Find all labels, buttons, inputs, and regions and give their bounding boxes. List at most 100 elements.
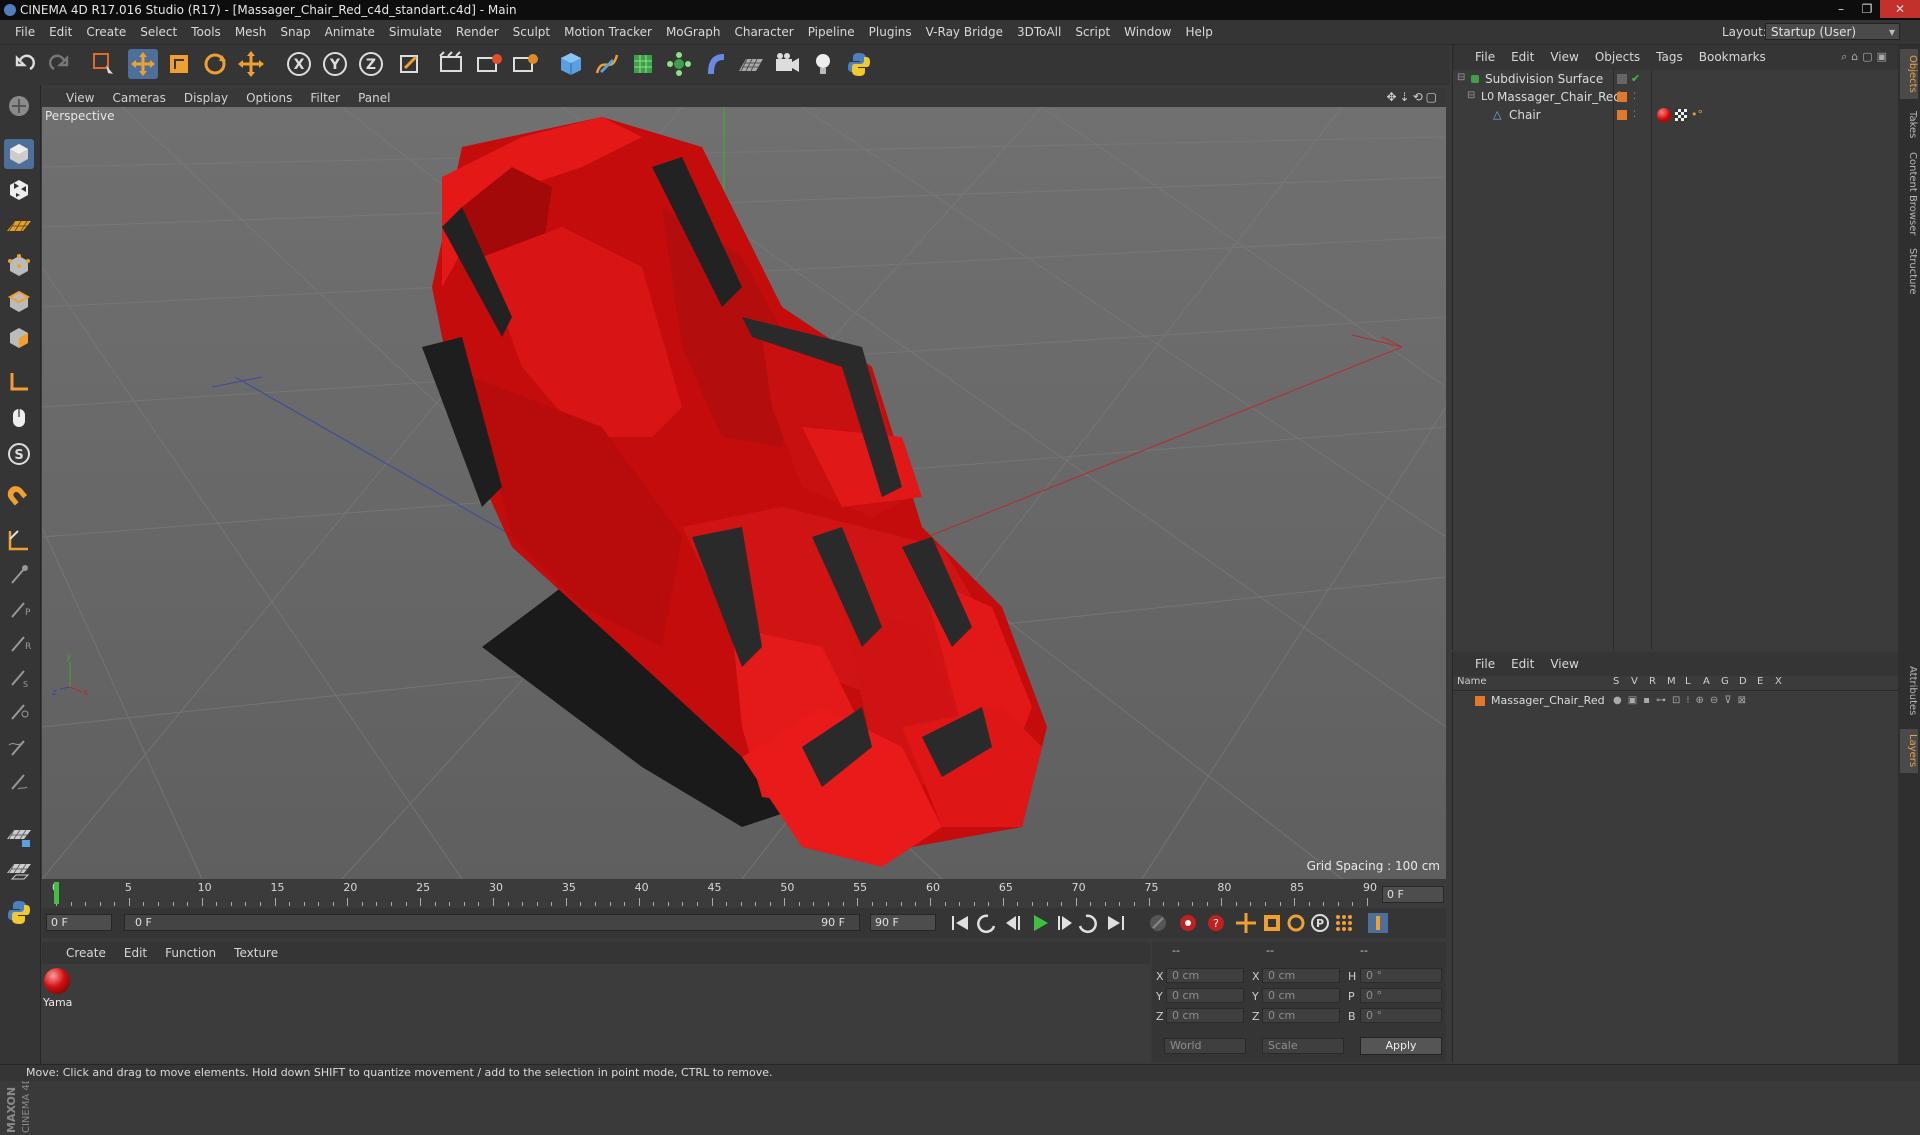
floor-scene-icon[interactable]	[736, 49, 766, 79]
menu-motion-tracker[interactable]: Motion Tracker	[557, 25, 659, 39]
tree-row-massager-chair-red[interactable]: ⊟ L0 Massager_Chair_Red ⁚	[1453, 88, 1899, 106]
go-to-start-icon[interactable]	[952, 916, 968, 930]
light-icon[interactable]	[808, 49, 838, 79]
playhead[interactable]	[54, 882, 59, 904]
layers-menu-view[interactable]: View	[1542, 657, 1586, 671]
layer-row[interactable]: Massager_Chair_Red ●▣▪⊶⊡⁝⊕⊖⊽⊠	[1453, 692, 1899, 710]
edges-mode-icon[interactable]	[4, 287, 34, 317]
objects-menu-objects[interactable]: Objects	[1587, 50, 1648, 64]
rotate-tool-icon[interactable]	[200, 49, 230, 79]
material-menu-create[interactable]: Create	[58, 946, 116, 960]
perspective-viewport[interactable]: y x z Perspective Grid Spacing : 100 cm	[42, 107, 1446, 879]
key-parameter-icon[interactable]: P	[1311, 914, 1329, 932]
redo-icon[interactable]	[44, 49, 74, 79]
col-locked[interactable]: L	[1685, 676, 1691, 687]
menu-pipeline[interactable]: Pipeline	[801, 25, 862, 39]
menu-script[interactable]: Script	[1068, 25, 1117, 39]
tab-attributes[interactable]: Attributes	[1900, 659, 1918, 723]
col-view[interactable]: V	[1631, 676, 1638, 687]
layer-color-swatch[interactable]	[1617, 110, 1627, 120]
snap-magnet-icon[interactable]	[4, 483, 34, 513]
material-tag-icon[interactable]	[1657, 108, 1671, 122]
tree-row-subdivision-surface[interactable]: ⊟ Subdivision Surface ✔	[1453, 70, 1899, 88]
tree-row-chair[interactable]: △ Chair ⁚ •°	[1453, 106, 1899, 124]
array-mograph-icon[interactable]	[664, 49, 694, 79]
size-mode-select[interactable]: Scale	[1262, 1038, 1344, 1054]
live-selection-icon[interactable]	[88, 49, 118, 79]
phong-tag-icon[interactable]: •°	[1691, 106, 1703, 124]
tab-layers[interactable]: Layers	[1900, 729, 1918, 773]
menu-edit[interactable]: Edit	[42, 25, 79, 39]
viewport-menu-view[interactable]: View	[58, 91, 104, 105]
rot-h-field[interactable]: 0 °	[1360, 968, 1442, 983]
solo-mode-icon[interactable]: S	[4, 439, 34, 469]
menu-character[interactable]: Character	[727, 25, 800, 39]
spline-pen-icon[interactable]	[592, 49, 622, 79]
key-position-icon[interactable]	[1236, 913, 1256, 933]
end-frame-field[interactable]: 90 F	[870, 914, 936, 931]
layout-select[interactable]: Startup (User)	[1765, 23, 1900, 41]
pos-z-field[interactable]: 0 cm	[1166, 1008, 1244, 1023]
previous-frame-icon[interactable]	[1006, 916, 1020, 930]
quantize-icon[interactable]	[4, 525, 34, 555]
menu-select[interactable]: Select	[133, 25, 184, 39]
menu-mograph[interactable]: MoGraph	[659, 25, 728, 39]
sculpt-flatten-icon[interactable]	[4, 733, 34, 763]
points-mode-icon[interactable]	[4, 251, 34, 281]
viewport-menu-cameras[interactable]: Cameras	[104, 91, 175, 105]
sculpt-smooth-icon[interactable]: S	[4, 663, 34, 693]
viewport-navigation-icons[interactable]: ✥⇣⟲▢	[1386, 90, 1440, 104]
render-view-icon[interactable]	[436, 49, 466, 79]
workplane-mode-icon[interactable]	[4, 211, 34, 241]
col-generators[interactable]: G	[1721, 676, 1729, 687]
objects-menu-tags[interactable]: Tags	[1648, 50, 1691, 64]
timeline-ruler[interactable]: 051015202530354045505560657075808590 0 F	[42, 880, 1446, 908]
col-render[interactable]: R	[1649, 676, 1656, 687]
layer-color-swatch[interactable]	[1617, 92, 1627, 102]
subdivision-surface-icon[interactable]	[628, 49, 658, 79]
undo-icon[interactable]	[10, 49, 40, 79]
y-axis-lock-icon[interactable]: Y	[320, 49, 350, 79]
apply-button[interactable]: Apply	[1360, 1037, 1442, 1055]
size-x-field[interactable]: 0 cm	[1262, 968, 1340, 983]
render-settings-icon[interactable]	[510, 49, 540, 79]
close-button[interactable]: ✕	[1880, 0, 1920, 18]
keyframe-selection-icon[interactable]: ?	[1208, 915, 1224, 931]
go-to-end-icon[interactable]	[1108, 916, 1124, 930]
axis-mode-icon[interactable]	[4, 367, 34, 397]
layer-color-swatch[interactable]	[1475, 696, 1485, 706]
planar-workplane-icon[interactable]	[4, 857, 34, 887]
visibility-dots-icon[interactable]: ⁚	[1633, 88, 1636, 106]
lock-workplane-icon[interactable]	[4, 821, 34, 851]
col-animation[interactable]: A	[1703, 676, 1710, 687]
current-frame-field[interactable]: 0 F	[1382, 886, 1444, 903]
tab-objects[interactable]: Objects	[1900, 49, 1918, 99]
menu-simulate[interactable]: Simulate	[382, 25, 449, 39]
previous-keyframe-icon[interactable]	[977, 914, 996, 933]
transform-tool-icon[interactable]	[236, 49, 266, 79]
play-forward-icon[interactable]	[1034, 915, 1048, 931]
col-xref[interactable]: X	[1775, 676, 1782, 687]
menu-window[interactable]: Window	[1117, 25, 1178, 39]
menu-3dtoall[interactable]: 3DToAll	[1010, 25, 1068, 39]
uvw-tag-icon[interactable]	[1675, 109, 1687, 121]
sculpt-pull-icon[interactable]: P	[4, 595, 34, 625]
col-name[interactable]: Name	[1457, 676, 1487, 687]
make-editable-icon[interactable]	[4, 91, 34, 121]
x-axis-lock-icon[interactable]: X	[284, 49, 314, 79]
camera-icon[interactable]	[772, 49, 802, 79]
material-item[interactable]: Yama	[42, 966, 72, 1010]
viewport-menu-panel[interactable]: Panel	[350, 91, 400, 105]
objects-menu-view[interactable]: View	[1542, 50, 1586, 64]
viewport-menu-display[interactable]: Display	[176, 91, 238, 105]
pos-y-field[interactable]: 0 cm	[1166, 988, 1244, 1003]
rot-p-field[interactable]: 0 °	[1360, 988, 1442, 1003]
start-frame-field[interactable]: 0 F	[46, 914, 112, 931]
visibility-dots-icon[interactable]: ⁚	[1633, 106, 1636, 124]
col-manager[interactable]: M	[1667, 676, 1676, 687]
object-manager-search-icons[interactable]: ⌕⌂▢▣	[1841, 50, 1891, 64]
menu-render[interactable]: Render	[449, 25, 506, 39]
python-script-icon[interactable]	[844, 49, 874, 79]
minimize-button[interactable]: –	[1828, 0, 1854, 18]
menu-tools[interactable]: Tools	[184, 25, 228, 39]
